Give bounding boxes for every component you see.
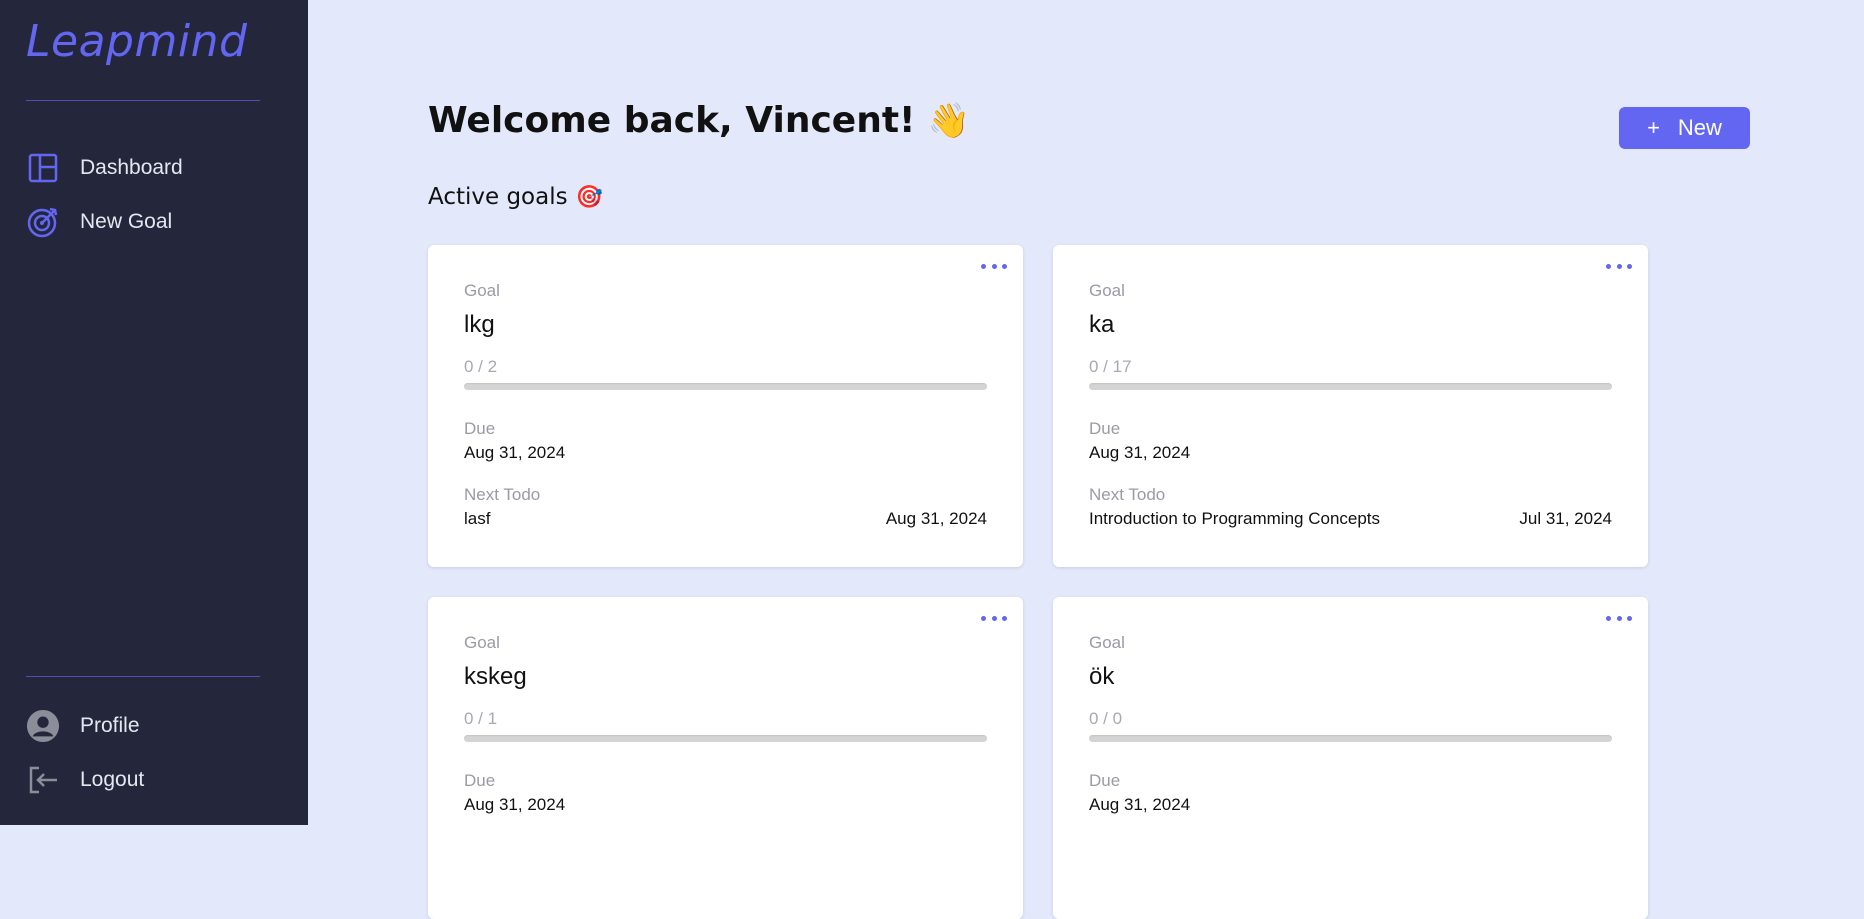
due-label: Due bbox=[464, 419, 495, 439]
more-options-icon[interactable] bbox=[1606, 259, 1632, 273]
logout-icon bbox=[26, 763, 60, 797]
goal-card[interactable]: Goal ka 0 / 17 Due Aug 31, 2024 Next Tod… bbox=[1053, 245, 1648, 567]
goal-card[interactable]: Goal kskeg 0 / 1 Due Aug 31, 2024 bbox=[428, 597, 1023, 919]
progress-bar bbox=[464, 735, 987, 742]
goal-label: Goal bbox=[1089, 633, 1125, 653]
sidebar-item-profile[interactable]: Profile bbox=[26, 706, 276, 746]
sidebar-item-label: Dashboard bbox=[80, 156, 183, 180]
goal-card[interactable]: Goal ök 0 / 0 Due Aug 31, 2024 bbox=[1053, 597, 1648, 919]
goal-name: kskeg bbox=[464, 663, 527, 691]
new-button-label: New bbox=[1678, 115, 1722, 141]
next-todo-title: Introduction to Programming Concepts bbox=[1089, 509, 1380, 529]
progress-text: 0 / 17 bbox=[1089, 357, 1132, 377]
new-goal-button[interactable]: + New bbox=[1619, 107, 1750, 149]
target-icon bbox=[26, 205, 60, 239]
goal-name: ka bbox=[1089, 311, 1114, 339]
sidebar-item-logout[interactable]: Logout bbox=[26, 760, 276, 800]
sidebar-item-label: Logout bbox=[80, 768, 144, 792]
next-todo-label: Next Todo bbox=[1089, 485, 1165, 505]
main-content: Welcome back, Vincent! 👋 + New Active go… bbox=[308, 0, 1864, 825]
progress-text: 0 / 1 bbox=[464, 709, 497, 729]
due-date: Aug 31, 2024 bbox=[464, 795, 565, 815]
welcome-text: Welcome back, Vincent! bbox=[428, 100, 915, 141]
goal-label: Goal bbox=[464, 633, 500, 653]
progress-bar bbox=[1089, 383, 1612, 390]
due-label: Due bbox=[1089, 419, 1120, 439]
sidebar-item-label: New Goal bbox=[80, 210, 172, 234]
section-title-text: Active goals bbox=[428, 184, 568, 210]
waving-hand-icon: 👋 bbox=[927, 101, 969, 141]
more-options-icon[interactable] bbox=[1606, 611, 1632, 625]
plus-icon: + bbox=[1647, 115, 1660, 141]
due-date: Aug 31, 2024 bbox=[464, 443, 565, 463]
layout-icon bbox=[26, 151, 60, 185]
progress-bar bbox=[1089, 735, 1612, 742]
more-options-icon[interactable] bbox=[981, 259, 1007, 273]
more-options-icon[interactable] bbox=[981, 611, 1007, 625]
progress-text: 0 / 2 bbox=[464, 357, 497, 377]
goal-card[interactable]: Goal lkg 0 / 2 Due Aug 31, 2024 Next Tod… bbox=[428, 245, 1023, 567]
target-emoji-icon: 🎯 bbox=[576, 185, 603, 210]
sidebar-item-label: Profile bbox=[80, 714, 140, 738]
progress-text: 0 / 0 bbox=[1089, 709, 1122, 729]
app-logo[interactable]: Leapmind bbox=[26, 16, 247, 67]
due-label: Due bbox=[1089, 771, 1120, 791]
goal-name: lkg bbox=[464, 311, 495, 339]
next-todo-label: Next Todo bbox=[464, 485, 540, 505]
progress-bar bbox=[464, 383, 987, 390]
sidebar-divider-top bbox=[26, 100, 260, 101]
due-date: Aug 31, 2024 bbox=[1089, 795, 1190, 815]
sidebar-item-new-goal[interactable]: New Goal bbox=[26, 202, 276, 242]
page-title: Welcome back, Vincent! 👋 bbox=[428, 100, 970, 141]
due-date: Aug 31, 2024 bbox=[1089, 443, 1190, 463]
user-circle-icon bbox=[26, 709, 60, 743]
goal-label: Goal bbox=[1089, 281, 1125, 301]
sidebar-item-dashboard[interactable]: Dashboard bbox=[26, 148, 276, 188]
due-label: Due bbox=[464, 771, 495, 791]
goal-name: ök bbox=[1089, 663, 1114, 691]
next-todo-title: lasf bbox=[464, 509, 490, 529]
sidebar-divider-bottom bbox=[26, 676, 260, 677]
next-todo-date: Jul 31, 2024 bbox=[1519, 509, 1612, 529]
goal-label: Goal bbox=[464, 281, 500, 301]
section-title: Active goals 🎯 bbox=[428, 184, 603, 210]
sidebar: Leapmind Dashboard New Goal bbox=[0, 0, 308, 825]
next-todo-date: Aug 31, 2024 bbox=[886, 509, 987, 529]
